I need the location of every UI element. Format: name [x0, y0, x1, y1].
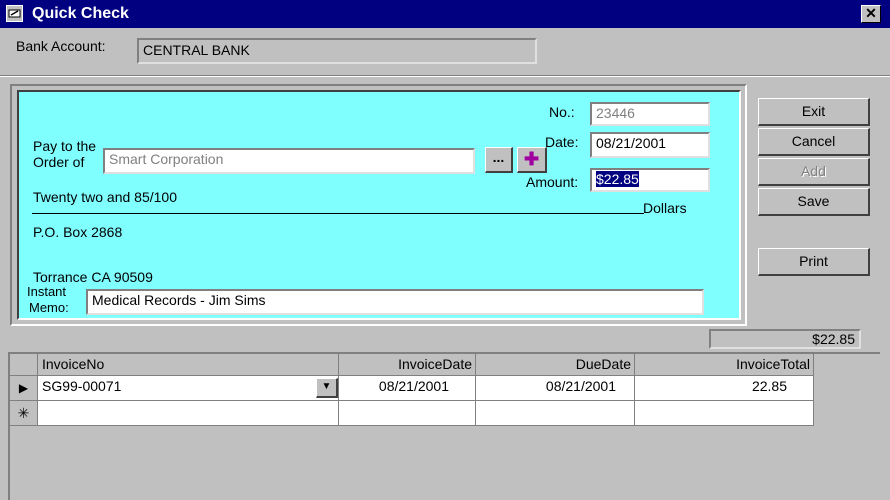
- total-field: $22.85: [709, 329, 861, 349]
- new-record-icon: ✳: [17, 405, 30, 421]
- invoice-dropdown-button[interactable]: ▼: [316, 378, 338, 398]
- browse-payee-button[interactable]: ...: [485, 147, 513, 173]
- check-number-label: No.:: [549, 104, 575, 120]
- chevron-down-icon: ▼: [321, 381, 332, 392]
- row-selector-current[interactable]: ▶: [10, 376, 38, 401]
- dollars-label: Dollars: [643, 200, 687, 216]
- table-row-due-date[interactable]: 08/21/2001: [476, 376, 635, 401]
- column-header-invoice-total[interactable]: InvoiceTotal: [635, 354, 814, 376]
- add-button[interactable]: Add: [758, 158, 870, 186]
- bank-account-field[interactable]: CENTRAL BANK: [137, 38, 537, 64]
- current-row-icon: ▶: [18, 381, 29, 395]
- pay-to-label-1: Pay to the: [33, 138, 97, 154]
- close-icon: ✕: [865, 5, 877, 21]
- amount-selection: $22.85: [596, 171, 639, 187]
- new-row-invoice-total[interactable]: [635, 401, 814, 426]
- amount-words: Twenty two and 85/100: [33, 189, 177, 205]
- app-icon: [6, 5, 23, 22]
- column-header-invoice-no[interactable]: InvoiceNo: [38, 354, 339, 376]
- table-row-invoice-date[interactable]: 08/21/2001: [339, 376, 476, 401]
- column-header-due-date[interactable]: DueDate: [476, 354, 635, 376]
- amount-label: Amount:: [526, 174, 579, 190]
- plus-icon: ✚: [523, 149, 540, 169]
- close-button[interactable]: ✕: [861, 5, 881, 23]
- cancel-button[interactable]: Cancel: [758, 128, 870, 156]
- date-field[interactable]: 08/21/2001: [590, 132, 710, 158]
- check-number-field[interactable]: 23446: [590, 102, 710, 126]
- invoice-grid: InvoiceNo InvoiceDate DueDate InvoiceTot…: [10, 354, 814, 426]
- memo-field[interactable]: Medical Records - Jim Sims: [86, 289, 704, 315]
- column-header-invoice-date[interactable]: InvoiceDate: [339, 354, 476, 376]
- amount-field[interactable]: $22.85: [590, 168, 710, 192]
- new-row-due-date[interactable]: [476, 401, 635, 426]
- payee-field[interactable]: Smart Corporation: [103, 148, 475, 174]
- add-payee-button[interactable]: ✚: [517, 147, 547, 173]
- new-row-invoice-no[interactable]: [38, 401, 339, 426]
- address-line-1: P.O. Box 2868: [33, 224, 123, 240]
- date-label: Date:: [545, 134, 579, 150]
- address-line-2: Torrance CA 90509: [33, 269, 153, 285]
- save-button[interactable]: Save: [758, 188, 870, 216]
- bank-account-label: Bank Account:: [16, 38, 106, 54]
- exit-button[interactable]: Exit: [758, 98, 870, 126]
- print-button[interactable]: Print: [758, 248, 870, 276]
- amount-underline: [32, 213, 644, 214]
- title-bar: Quick Check ✕: [0, 0, 890, 28]
- grid-corner: [10, 354, 38, 376]
- separator: [0, 75, 890, 77]
- pay-to-label-2: Order of: [33, 154, 85, 170]
- row-selector-new[interactable]: ✳: [10, 401, 38, 426]
- new-row-invoice-date[interactable]: [339, 401, 476, 426]
- table-row-invoice-no[interactable]: SG99-00071: [38, 376, 339, 401]
- memo-label-2: Memo:: [29, 300, 69, 315]
- window-title: Quick Check: [32, 5, 129, 22]
- table-row-invoice-total[interactable]: 22.85: [635, 376, 814, 401]
- memo-label-1: Instant: [27, 284, 67, 299]
